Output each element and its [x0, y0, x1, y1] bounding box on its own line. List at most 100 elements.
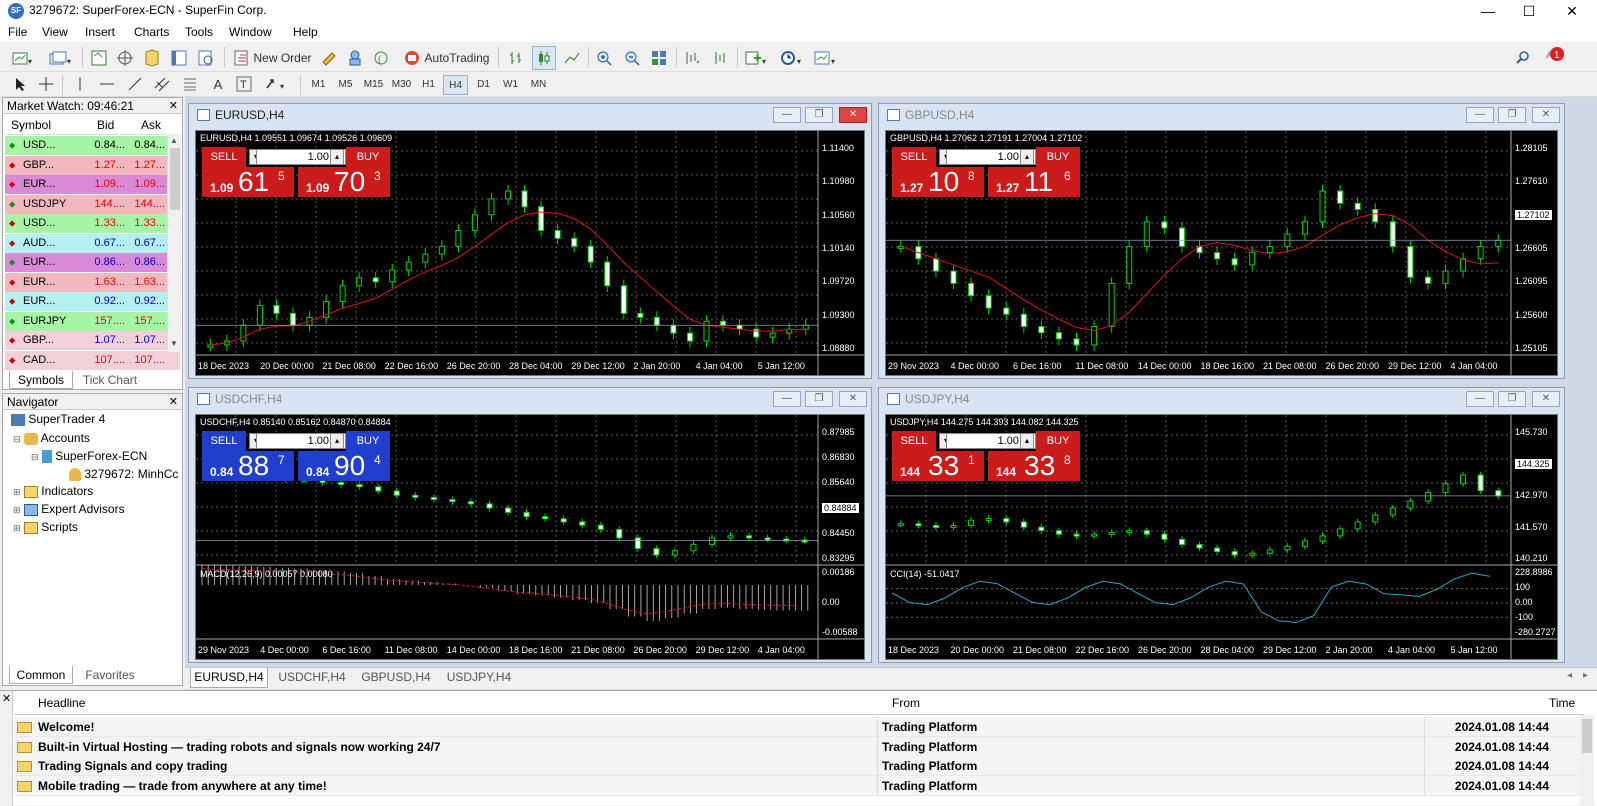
signals-icon[interactable] — [344, 47, 366, 69]
strategy-tester-icon[interactable] — [195, 47, 217, 69]
timeframe-h4[interactable]: H4 — [443, 75, 468, 95]
buy-button[interactable]: BUY — [346, 147, 390, 167]
arrows-icon[interactable]: ▾ — [262, 73, 292, 95]
nav-item-scripts[interactable]: ⊞ Scripts — [13, 520, 78, 534]
market-watch-icon[interactable] — [88, 47, 110, 69]
candlestick-chart-icon[interactable] — [532, 46, 556, 70]
tab-common[interactable]: Common — [9, 666, 73, 684]
fibonacci-icon[interactable] — [180, 73, 200, 95]
close-icon[interactable]: ✕ — [839, 391, 867, 407]
navigator-icon[interactable] — [141, 47, 163, 69]
horizontal-line-icon[interactable] — [97, 73, 117, 95]
timeframe-m1[interactable]: M1 — [306, 75, 331, 95]
menu-window[interactable]: Window — [229, 25, 272, 39]
nav-item-indicators[interactable]: ⊞ Indicators — [13, 484, 93, 498]
price-chart[interactable]: EURUSD,H4 1.09551 1.09674 1.09526 1.0960… — [195, 130, 865, 376]
vertical-line-icon[interactable] — [70, 73, 90, 95]
sell-price-box[interactable]: 1.27 10 8 — [892, 167, 984, 197]
nav-item-account[interactable]: 3279672: MinhCc — [69, 467, 181, 482]
close-icon[interactable]: ✕ — [2, 692, 11, 705]
sell-button[interactable]: SELL — [892, 147, 936, 167]
close-icon[interactable]: ✕ — [1552, 0, 1592, 22]
auto-scroll-icon[interactable] — [681, 47, 703, 69]
minimize-icon[interactable]: — — [1466, 391, 1494, 407]
tab-eurusd-h4[interactable]: EURUSD,H4 — [190, 668, 268, 688]
data-window-icon[interactable] — [114, 47, 136, 69]
sell-price-box[interactable]: 0.84 88 7 — [202, 451, 294, 481]
sell-price-box[interactable]: 144 33 1 — [892, 451, 984, 481]
collapse-icon[interactable]: ⊟ — [13, 434, 21, 444]
chart-window[interactable]: GBPUSD,H4 — ❐ ✕ GBPUSD,H4 1.27062 1.27191 1.… — [878, 103, 1565, 379]
nav-item-accounts[interactable]: ⊟ Accounts — [13, 431, 90, 445]
expand-icon[interactable]: ⊞ — [13, 523, 21, 533]
close-icon[interactable]: ✕ — [169, 394, 178, 410]
market-watch-row[interactable]: ⬥ CAD... 107.... 107.... — [5, 350, 180, 370]
maximize-icon[interactable]: ☐ — [1509, 0, 1549, 22]
column-header-ask[interactable]: Ask — [141, 116, 161, 135]
news-scrollbar[interactable] — [1580, 715, 1594, 805]
menu-insert[interactable]: Insert — [85, 25, 115, 39]
sell-button[interactable]: SELL — [202, 147, 246, 167]
market-watch-row[interactable]: ⬥ USD... 0.84... 0.84... — [5, 136, 180, 155]
tab-symbols[interactable]: Symbols — [9, 371, 73, 389]
market-watch-row[interactable]: ⬥ EURJPY 157.... 157.... — [5, 311, 180, 331]
equidistant-channel-icon[interactable] — [152, 73, 172, 95]
lot-increase-icon[interactable]: ▴ — [330, 149, 344, 165]
tab-gbpusd-h4[interactable]: GBPUSD,H4 — [355, 668, 437, 688]
market-watch-scrollbar[interactable]: ▲ ▼ — [167, 134, 181, 352]
close-icon[interactable]: ✕ — [1532, 107, 1560, 123]
tabs-scroll-right-icon[interactable]: ▸ — [1583, 670, 1588, 681]
sell-button[interactable]: SELL — [892, 431, 936, 451]
buy-button[interactable]: BUY — [1036, 147, 1080, 167]
lot-increase-icon[interactable]: ▴ — [330, 433, 344, 449]
tab-usdjpy-h4[interactable]: USDJPY,H4 — [438, 668, 520, 688]
notifications-icon[interactable]: 1 — [1540, 45, 1566, 67]
market-watch-row[interactable]: ⬥ GBP... 1.07... 1.07... — [5, 331, 180, 350]
scrollbar-thumb[interactable] — [170, 148, 180, 210]
market-watch-row[interactable]: ⬥ GBP... 1.27... 1.27... — [5, 155, 180, 175]
maximize-icon[interactable]: ❐ — [805, 107, 833, 123]
scroll-up-icon[interactable]: ▲ — [170, 136, 178, 145]
crosshair-icon[interactable] — [36, 73, 56, 95]
close-icon[interactable]: ✕ — [839, 107, 867, 123]
price-chart[interactable]: USDCHF,H4 0.85140 0.85162 0.84870 0.8488… — [195, 414, 865, 660]
chart-window[interactable]: USDJPY,H4 — ❐ ✕ USDJPY,H4 144.275 144.393 14… — [878, 387, 1565, 663]
nav-item-supertrader[interactable]: SuperTrader 4 — [11, 412, 105, 426]
menu-file[interactable]: File — [8, 25, 27, 39]
expand-icon[interactable]: ⊞ — [13, 505, 21, 515]
buy-price-box[interactable]: 1.27 11 6 — [988, 167, 1080, 197]
chart-shift-icon[interactable] — [318, 47, 340, 69]
market-watch-row[interactable]: ⬥ AUD... 0.67... 0.67... — [5, 233, 180, 253]
close-icon[interactable]: ✕ — [169, 98, 178, 114]
tile-windows-icon[interactable] — [648, 47, 670, 69]
minimize-icon[interactable]: — — [1468, 0, 1508, 22]
column-header-headline[interactable]: Headline — [38, 691, 85, 715]
search-icon[interactable] — [1512, 47, 1534, 69]
new-chart-icon[interactable]: ▾ — [8, 47, 40, 69]
news-row[interactable]: Built-in Virtual Hosting — trading robot… — [14, 736, 1584, 757]
shift-end-icon[interactable] — [709, 47, 731, 69]
column-header-bid[interactable]: Bid — [97, 116, 114, 135]
timeframe-d1[interactable]: D1 — [471, 75, 496, 95]
lot-increase-icon[interactable]: ▴ — [1020, 433, 1034, 449]
market-watch-row[interactable]: ⬥ USD... 1.33... 1.33... — [5, 214, 180, 233]
bar-chart-icon[interactable] — [505, 47, 527, 69]
market-watch-row[interactable]: ⬥ EUR... 1.09... 1.09... — [5, 175, 180, 194]
indicators-icon[interactable]: ▾ — [742, 47, 772, 69]
timeframe-mn[interactable]: MN — [526, 75, 551, 95]
scroll-down-icon[interactable]: ▼ — [170, 339, 178, 348]
lot-increase-icon[interactable]: ▴ — [1020, 149, 1034, 165]
timeframe-m30[interactable]: M30 — [389, 75, 414, 95]
buy-price-box[interactable]: 1.09 70 3 — [298, 167, 390, 197]
market-watch-row[interactable]: ⬥ USDJPY 144.... 144.... — [5, 194, 180, 214]
maximize-icon[interactable]: ❐ — [1498, 391, 1526, 407]
scrollbar-thumb[interactable] — [1582, 719, 1592, 753]
line-chart-icon[interactable] — [561, 47, 583, 69]
new-order-button[interactable]: New Order — [230, 47, 314, 69]
timeframe-h1[interactable]: H1 — [416, 75, 441, 95]
menu-tools[interactable]: Tools — [185, 25, 213, 39]
chart-window[interactable]: EURUSD,H4 — ❐ ✕ EURUSD,H4 1.09551 1.09674 1.… — [188, 103, 872, 379]
news-row[interactable]: Welcome! Trading Platform 2024.01.08 14:44 — [14, 717, 1584, 737]
terminal-icon[interactable] — [168, 47, 190, 69]
tab-favorites[interactable]: Favorites — [75, 666, 145, 684]
